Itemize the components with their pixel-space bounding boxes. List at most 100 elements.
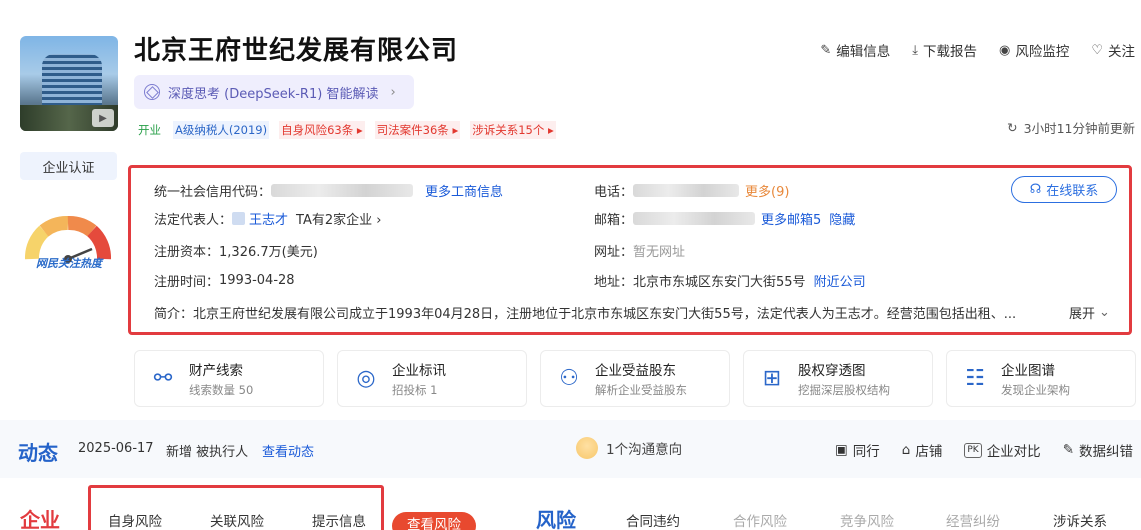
- tab-litigation-relation[interactable]: 涉诉关系: [1053, 510, 1107, 530]
- tag-litigation[interactable]: 涉诉关系15个 ▸: [470, 121, 556, 139]
- tab-hint-info[interactable]: 提示信息: [312, 510, 366, 530]
- intent-button[interactable]: 1个沟通意向: [576, 437, 682, 459]
- view-risk-button[interactable]: 查看风险: [392, 512, 476, 530]
- tab-contract-breach[interactable]: 合同违约: [626, 510, 680, 530]
- reg-time-value: 1993-04-28: [219, 273, 295, 288]
- data-correction-button[interactable]: ✎ 数据纠错: [1063, 440, 1133, 460]
- address-row: 地址： 北京市东城区东安门大街55号 附近公司: [594, 271, 866, 290]
- play-video-icon[interactable]: ▶: [92, 109, 114, 127]
- dynamic-tools: ▣ 同行 ⌂ 店铺 PK 企业对比 ✎ 数据纠错: [835, 440, 1133, 460]
- hierarchy-icon: ⊞: [762, 365, 782, 391]
- download-icon: ⤓: [912, 42, 918, 58]
- card-bidding[interactable]: ◎ 企业标讯招投标 1: [337, 350, 527, 407]
- follow-button[interactable]: ♡ 关注: [1091, 40, 1135, 61]
- company-logo[interactable]: ▶: [20, 36, 118, 131]
- risk-section-title: 风险: [536, 508, 576, 530]
- card-beneficiary[interactable]: ⚇ 企业受益股东 解析企业受益股东: [540, 350, 730, 407]
- card-title: 企业标讯: [392, 363, 446, 379]
- tab-cooperation-risk[interactable]: 合作风险: [733, 510, 787, 530]
- headset-icon: ☊: [1029, 182, 1042, 197]
- email-label: 邮箱：: [594, 213, 634, 228]
- chevron-down-icon: ⌄: [1099, 305, 1110, 320]
- tab-business-dispute[interactable]: 经营纠纷: [946, 510, 1000, 530]
- tab-own-risk[interactable]: 自身风险: [108, 510, 162, 530]
- download-report-button[interactable]: ⤓ 下载报告: [912, 40, 977, 61]
- online-contact-label: 在线联系: [1046, 184, 1099, 199]
- graph-icon: ☷: [965, 365, 985, 391]
- card-title: 股权穿透图: [798, 363, 866, 379]
- eye-icon: ◉: [999, 42, 1011, 58]
- capital-label: 注册资本：: [154, 245, 220, 260]
- card-title: 企业图谱: [1001, 363, 1055, 379]
- shop-icon: ⌂: [901, 442, 911, 458]
- tab-competition-risk[interactable]: 竞争风险: [840, 510, 894, 530]
- link-icon: ⚯: [153, 365, 173, 391]
- tag-own-risk[interactable]: 自身风险63条 ▸: [279, 121, 365, 139]
- card-subtitle: 线索数量 50: [189, 383, 254, 397]
- credit-code-label: 统一社会信用代码：: [154, 185, 272, 200]
- website-value: 暂无网址: [633, 245, 686, 260]
- tag-taxpayer[interactable]: A级纳税人(2019): [173, 121, 270, 139]
- heart-icon: ♡: [1091, 42, 1103, 58]
- legal-rep-link[interactable]: 王志才: [249, 209, 288, 228]
- ai-label: 深度思考 (DeepSeek-R1) 智能解读: [168, 86, 379, 102]
- phone-row: 电话： 更多(9): [594, 181, 789, 200]
- refresh-text: 3小时11分钟前更新: [1023, 121, 1135, 136]
- compare-label: 企业对比: [986, 444, 1041, 460]
- enterprise-cert-button[interactable]: 企业认证: [20, 152, 117, 180]
- refresh-icon: ↻: [1007, 120, 1018, 135]
- refresh-status[interactable]: ↻ 3小时11分钟前更新: [1007, 118, 1135, 137]
- shop-label: 店铺: [915, 444, 943, 460]
- card-title: 财产线索: [189, 363, 243, 379]
- card-subtitle: 招投标 1: [392, 383, 438, 397]
- tab-related-risk[interactable]: 关联风险: [210, 510, 264, 530]
- target-icon: ◎: [356, 365, 376, 391]
- dynamic-new-item: 新增 被执行人: [166, 445, 249, 460]
- nearby-companies-link[interactable]: 附近公司: [814, 271, 866, 290]
- legal-rep-label: 法定代表人：: [154, 213, 233, 228]
- email-row: 邮箱： 更多邮箱5 隐藏: [594, 209, 855, 228]
- intro-value: 北京王府世纪发展有限公司成立于1993年04月28日，注册地位于北京市东城区东安…: [193, 307, 1017, 322]
- building-image: [42, 54, 102, 106]
- expand-button[interactable]: 展开: [1069, 303, 1095, 322]
- card-property-clues[interactable]: ⚯ 财产线索线索数量 50: [134, 350, 324, 407]
- capital-row: 注册资本： 1,326.7万(美元): [154, 241, 318, 260]
- header-actions: ✎ 编辑信息 ⤓ 下载报告 ◉ 风险监控 ♡ 关注: [820, 40, 1135, 61]
- tag-judicial[interactable]: 司法案件36条 ▸: [374, 121, 461, 139]
- risk-monitor-label: 风险监控: [1015, 44, 1070, 60]
- card-equity[interactable]: ⊞ 股权穿透图 挖掘深层股权结构: [743, 350, 933, 407]
- address-value: 北京市东城区东安门大街55号: [633, 275, 806, 290]
- legal-rep-companies[interactable]: TA有2家企业 ›: [296, 209, 381, 228]
- risk-monitor-button[interactable]: ◉ 风险监控: [999, 40, 1070, 61]
- card-graph[interactable]: ☷ 企业图谱发现企业架构: [946, 350, 1136, 407]
- pk-icon: PK: [964, 442, 982, 458]
- edit-info-button[interactable]: ✎ 编辑信息: [820, 40, 891, 61]
- more-business-link[interactable]: 更多工商信息: [425, 181, 503, 200]
- phone-label: 电话：: [594, 185, 634, 200]
- online-contact-button[interactable]: ☊ 在线联系: [1011, 176, 1117, 203]
- correction-icon: ✎: [1062, 442, 1074, 458]
- card-subtitle: 发现企业架构: [1001, 383, 1070, 397]
- phone-more-link[interactable]: 更多(9): [745, 181, 789, 200]
- data-correction-label: 数据纠错: [1079, 444, 1133, 460]
- intent-label: 1个沟通意向: [606, 442, 683, 458]
- email-hide-link[interactable]: 隐藏: [829, 209, 855, 228]
- company-tags: 开业 A级纳税人(2019) 自身风险63条 ▸ 司法案件36条 ▸ 涉诉关系1…: [136, 121, 556, 139]
- email-more-link[interactable]: 更多邮箱5: [761, 209, 821, 228]
- ai-interpret-button[interactable]: 深度思考 (DeepSeek-R1) 智能解读 ›: [134, 75, 414, 109]
- capital-value: 1,326.7万(美元): [219, 245, 318, 260]
- shop-button[interactable]: ⌂ 店铺: [902, 440, 943, 460]
- person-avatar-icon: [232, 212, 246, 225]
- view-dynamic-link[interactable]: 查看动态: [262, 441, 314, 460]
- dynamic-title: 动态: [18, 441, 58, 465]
- user-yen-icon: ⚇: [559, 365, 579, 391]
- compare-button[interactable]: PK 企业对比: [964, 440, 1041, 460]
- company-name: 北京王府世纪发展有限公司: [134, 36, 459, 66]
- intro-row: 简介： 北京王府世纪发展有限公司成立于1993年04月28日，注册地位于北京市东…: [154, 303, 1116, 322]
- peers-button[interactable]: ▣ 同行: [835, 440, 880, 460]
- briefcase-icon: ▣: [835, 442, 848, 458]
- edit-info-label: 编辑信息: [836, 44, 891, 60]
- chevron-right-icon: ›: [390, 84, 396, 100]
- legal-rep-row: 法定代表人： 王志才 TA有2家企业 ›: [154, 209, 381, 228]
- email-value-blurred: [633, 212, 756, 225]
